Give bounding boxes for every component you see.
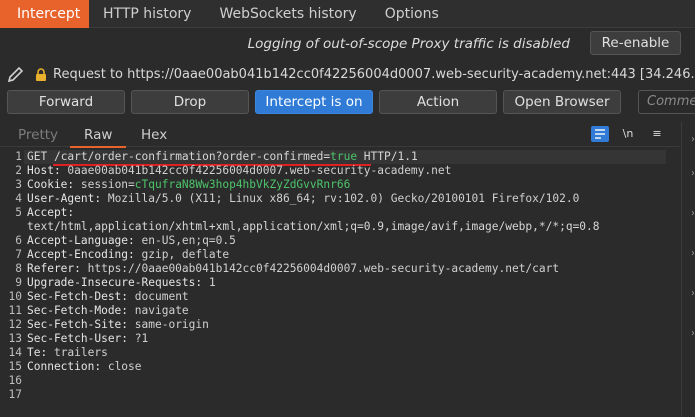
tab-hex[interactable]: Hex (141, 127, 167, 143)
header-sec-fetch-dest: Sec-Fetch-Dest: document (27, 290, 189, 303)
line-number: 10 (8, 290, 22, 303)
line-number: 4 (15, 192, 22, 205)
header-name: Sec-Fetch-Mode: (27, 304, 129, 317)
logging-note: Logging of out-of-scope Proxy traffic is… (247, 36, 570, 52)
tab-raw[interactable]: Raw (69, 127, 128, 148)
header-name: User-Agent: (27, 192, 102, 205)
lock-icon (34, 68, 48, 86)
menu-icon[interactable]: ≡ (648, 126, 666, 142)
header-name: Accept: (27, 206, 75, 219)
line-number: 5 (15, 206, 22, 219)
header-name: Accept-Language: (27, 234, 135, 247)
header-accept-value: text/html,application/xhtml+xml,applicat… (27, 220, 600, 233)
header-te: Te: trailers (27, 346, 108, 359)
header-name: Sec-Fetch-User: (27, 332, 129, 345)
tab-options[interactable]: Options (371, 0, 453, 28)
line-number: 6 (15, 234, 22, 247)
comment-field[interactable]: Comme (638, 90, 695, 114)
line-number: 16 (8, 374, 22, 387)
tab-websockets-history[interactable]: WebSockets history (205, 0, 370, 28)
header-sec-fetch-user: Sec-Fetch-User: ?1 (27, 332, 148, 345)
header-value: en-US,en;q=0.5 (134, 234, 236, 247)
header-name: Referer: (27, 262, 81, 275)
line-number: 2 (15, 164, 22, 177)
line-number: 11 (8, 304, 22, 317)
open-browser-button[interactable]: Open Browser (503, 90, 621, 114)
request-path: /cart/order-confirmation?order-confirmed… (53, 150, 331, 163)
intercept-toggle-button[interactable]: Intercept is on (255, 90, 373, 114)
header-host: Host: 0aae00ab041b142cc0f42256004d0007.w… (27, 164, 451, 177)
line-number: 8 (15, 262, 22, 275)
show-newlines-icon[interactable]: \n (619, 126, 637, 142)
inspector-collapsed-pane[interactable]: › › › › › › (681, 122, 695, 417)
chevron-right-icon[interactable]: › (691, 134, 695, 145)
request-info: Request to https://0aae00ab041b142cc0f42… (0, 63, 695, 87)
header-connection: Connection: close (27, 360, 142, 373)
header-value: ?1 (128, 332, 149, 345)
line-number: 7 (15, 248, 22, 261)
re-enable-button[interactable]: Re-enable (590, 31, 681, 55)
header-cookie: Cookie: session=cTqufraN8Ww3hop4hbVkZyZd… (27, 178, 350, 191)
header-name: Host: (27, 164, 61, 177)
header-name: Te: (27, 346, 48, 359)
tab-http-history[interactable]: HTTP history (89, 0, 205, 28)
header-referer: Referer: https://0aae00ab041b142cc0f4225… (27, 262, 559, 275)
line-number: 17 (8, 388, 22, 401)
request-line: GET /cart/order-confirmation?order-confi… (27, 150, 418, 163)
header-upgrade-insecure: Upgrade-Insecure-Requests: 1 (27, 276, 216, 289)
header-value: close (101, 360, 142, 373)
line-number: 15 (8, 360, 22, 373)
header-name: Cookie: (27, 178, 75, 191)
http-version: HTTP/1.1 (357, 150, 418, 163)
chevron-right-icon[interactable]: › (691, 288, 695, 299)
tab-pretty[interactable]: Pretty (18, 127, 58, 143)
header-value: same-origin (128, 318, 209, 331)
chevron-right-icon[interactable]: › (691, 328, 695, 339)
header-value: 1 (202, 276, 216, 289)
header-name: Sec-Fetch-Site: (27, 318, 129, 331)
pencil-icon[interactable] (6, 65, 26, 89)
header-value: trailers (47, 346, 108, 359)
top-tab-bar: Intercept HTTP history WebSockets histor… (0, 0, 695, 28)
drop-button[interactable]: Drop (131, 90, 249, 114)
line-number: 14 (8, 346, 22, 359)
header-value: navigate (128, 304, 189, 317)
wrap-lines-icon[interactable] (591, 126, 609, 142)
header-name: Upgrade-Insecure-Requests: (27, 276, 203, 289)
header-value: gzip, deflate (134, 248, 230, 261)
chevron-right-icon[interactable]: › (691, 248, 695, 259)
http-method: GET (27, 150, 54, 163)
header-sec-fetch-site: Sec-Fetch-Site: same-origin (27, 318, 209, 331)
header-value: document (128, 290, 189, 303)
line-number: 1 (15, 150, 22, 163)
chevron-right-icon[interactable]: › (691, 208, 695, 219)
action-button[interactable]: Action (379, 90, 497, 114)
header-value: Mozilla/5.0 (X11; Linux x86_64; rv:102.0… (101, 192, 580, 205)
header-name: Accept-Encoding: (27, 248, 135, 261)
line-number: 3 (15, 178, 22, 191)
session-cookie-value: cTqufraN8Ww3hop4hbVkZyZdGvvRnr66 (134, 178, 351, 191)
line-number: 13 (8, 332, 22, 345)
header-name: Connection: (27, 360, 102, 373)
line-number: 9 (15, 276, 22, 289)
header-user-agent: User-Agent: Mozilla/5.0 (X11; Linux x86_… (27, 192, 579, 205)
line-number: 12 (8, 318, 22, 331)
header-name: Sec-Fetch-Dest: (27, 290, 129, 303)
tab-intercept[interactable]: Intercept (0, 0, 89, 28)
request-editor[interactable]: 1 GET /cart/order-confirmation?order-con… (0, 150, 681, 417)
editor-tab-bar: Pretty Raw Hex (0, 122, 680, 148)
chevron-right-icon[interactable]: › (691, 168, 695, 179)
header-sec-fetch-mode: Sec-Fetch-Mode: navigate (27, 304, 189, 317)
header-accept: Accept: (27, 206, 74, 219)
header-value: session= (74, 178, 135, 191)
header-accept-language: Accept-Language: en-US,en;q=0.5 (27, 234, 236, 247)
order-confirmed-value: true (330, 150, 358, 163)
header-value: https://0aae00ab041b142cc0f42256004d0007… (80, 262, 560, 275)
request-url-text: Request to https://0aae00ab041b142cc0f42… (53, 67, 695, 82)
forward-button[interactable]: Forward (7, 90, 125, 114)
header-accept-encoding: Accept-Encoding: gzip, deflate (27, 248, 229, 261)
header-value: 0aae00ab041b142cc0f42256004d0007.web-sec… (60, 164, 452, 177)
